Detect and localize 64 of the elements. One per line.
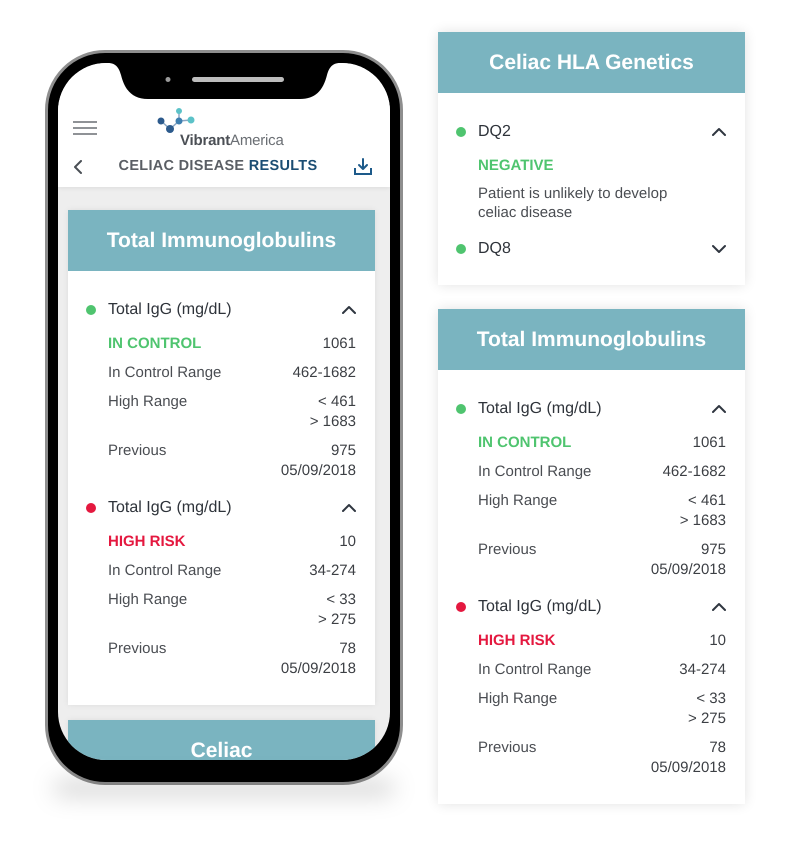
menu-icon[interactable] [73, 121, 97, 135]
row-value: < 461 [318, 392, 356, 412]
row-value: > 275 [318, 610, 356, 630]
card-title: Celiac [190, 738, 252, 760]
chevron-up-icon[interactable] [342, 305, 356, 315]
download-icon[interactable] [354, 158, 372, 175]
card-title: Total Immunoglobulins [476, 326, 706, 353]
chevron-up-icon[interactable] [712, 404, 726, 414]
result-status: NEGATIVE [478, 156, 554, 176]
row-value: < 461 [688, 491, 726, 511]
result-value: 10 [709, 631, 726, 651]
row-value: 462-1682 [662, 462, 726, 482]
chevron-up-icon[interactable] [712, 602, 726, 612]
row-label: In Control Range [478, 462, 592, 482]
result-value: 1061 [692, 433, 726, 453]
row-value: 34-274 [309, 561, 356, 581]
card-title: Total Immunoglobulins [106, 228, 336, 254]
row-value: < 33 [326, 590, 356, 610]
row-label: In Control Range [108, 561, 222, 581]
row-value: < 33 [696, 689, 726, 709]
row-value: 05/09/2018 [280, 659, 356, 679]
card-title: Celiac HLA Genetics [489, 50, 694, 76]
row-value: > 275 [688, 709, 726, 729]
row-label: Previous [478, 540, 536, 560]
row-label: Previous [478, 738, 536, 758]
result-value: 10 [339, 532, 356, 552]
brand-name: VibrantAmerica [180, 133, 284, 148]
back-icon[interactable] [74, 160, 82, 174]
row-value: 05/09/2018 [650, 560, 726, 580]
row-label: Previous [108, 639, 166, 659]
row-label: In Control Range [108, 363, 222, 383]
row-label: High Range [108, 590, 188, 610]
test-name: Total IgG (mg/dL) [478, 399, 602, 419]
row-value: 34-274 [679, 660, 726, 680]
row-label: High Range [478, 689, 558, 709]
row-label: High Range [108, 392, 188, 412]
molecule-icon [157, 107, 195, 133]
result-value: 1061 [322, 334, 356, 354]
result-status: IN CONTROL [478, 433, 572, 453]
result-status: HIGH RISK [108, 532, 186, 552]
row-value: 05/09/2018 [280, 461, 356, 481]
row-value: 05/09/2018 [650, 758, 726, 778]
row-label: Previous [108, 441, 166, 461]
test-name: DQ8 [478, 239, 511, 259]
row-value: 975 [700, 540, 726, 560]
row-value: > 1683 [680, 511, 726, 531]
row-value: 78 [709, 738, 726, 758]
page-title: CELIAC DISEASE RESULTS [118, 156, 318, 176]
test-name: Total IgG (mg/dL) [108, 498, 232, 518]
chevron-up-icon[interactable] [342, 503, 356, 513]
row-value: 78 [339, 639, 356, 659]
result-status: IN CONTROL [108, 334, 202, 354]
row-label: In Control Range [478, 660, 592, 680]
chevron-down-icon[interactable] [712, 244, 726, 254]
result-status: HIGH RISK [478, 631, 556, 651]
test-name: Total IgG (mg/dL) [108, 300, 232, 320]
test-name: Total IgG (mg/dL) [478, 597, 602, 617]
row-value: 462-1682 [292, 363, 356, 383]
row-value: > 1683 [310, 412, 356, 432]
result-description: Patient is unlikely to develop celiac disease [478, 184, 668, 222]
row-label: High Range [478, 491, 558, 511]
test-name: DQ2 [478, 122, 511, 142]
row-value: 975 [330, 441, 356, 461]
chevron-up-icon[interactable] [712, 127, 726, 137]
